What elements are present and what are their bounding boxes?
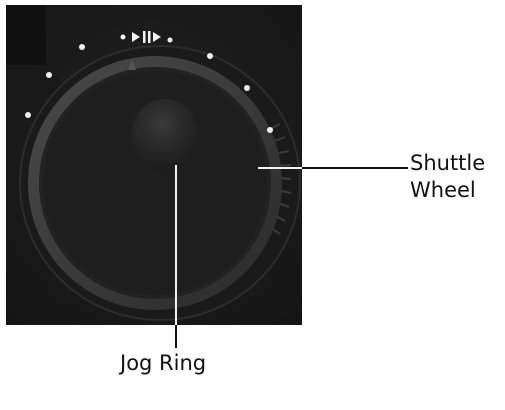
shuttle-wheel-label: Shuttle Wheel bbox=[410, 150, 485, 204]
shuttle-wheel-label-line2: Wheel bbox=[410, 178, 476, 202]
shuttle-indicator-dot bbox=[207, 53, 213, 59]
panel-seam bbox=[6, 75, 60, 95]
shuttle-wheel-label-line1: Shuttle bbox=[410, 151, 486, 175]
shuttle-indicator-dot bbox=[79, 44, 85, 50]
center-disc bbox=[131, 99, 199, 171]
shuttle-indicator-dot bbox=[244, 85, 250, 91]
jog-ring-label: Jog Ring bbox=[120, 351, 207, 375]
shuttle-indicator-dot bbox=[120, 34, 126, 40]
panel-edge bbox=[6, 5, 46, 65]
shuttle-indicator-dot bbox=[25, 112, 31, 118]
jog-shuttle-diagram bbox=[6, 5, 408, 348]
device-photo bbox=[6, 5, 302, 325]
shuttle-indicator-dot bbox=[46, 72, 52, 78]
shuttle-indicator-dot bbox=[167, 37, 173, 43]
shuttle-indicator-dot bbox=[267, 127, 273, 133]
